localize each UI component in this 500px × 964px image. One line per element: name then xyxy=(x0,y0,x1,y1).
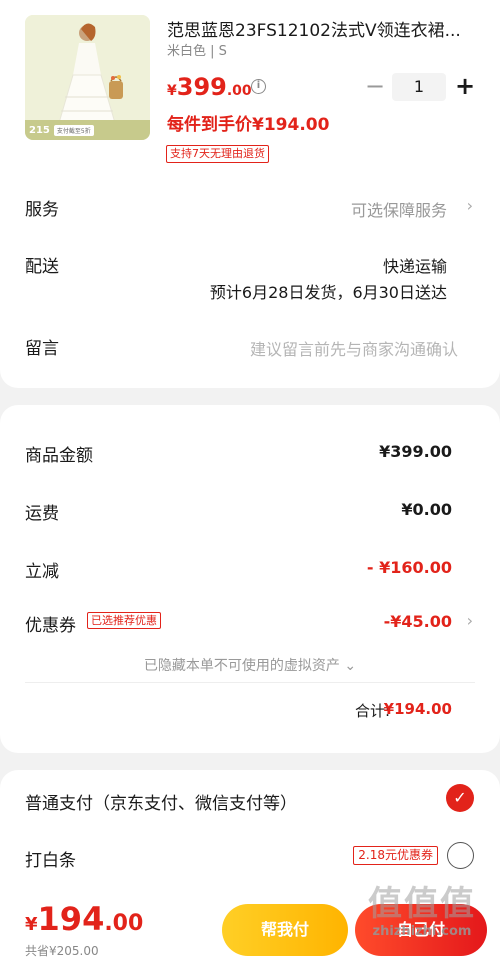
goods-amount-label: 商品金额 xyxy=(25,446,93,466)
instant-discount-value: - ¥160.00 xyxy=(366,558,452,577)
thumb-promo-number: 215 xyxy=(29,124,50,136)
normal-pay-checkbox[interactable]: ✓ xyxy=(446,784,474,812)
product-price: ¥399.00 xyxy=(167,73,252,101)
normal-pay-label[interactable]: 普通支付（京东支付、微信支付等） xyxy=(25,789,297,814)
grand-total-currency: ¥ xyxy=(25,914,38,935)
price-currency: ¥ xyxy=(167,83,177,99)
quantity-increase-button[interactable]: + xyxy=(452,72,478,102)
delivery-method[interactable]: 快递运输 xyxy=(383,253,447,277)
grand-total-integer: 194 xyxy=(37,900,105,938)
product-spec[interactable]: 米白色 | S xyxy=(167,40,227,59)
message-label: 留言 xyxy=(25,339,59,359)
coupon-value[interactable]: -¥45.00 xyxy=(384,612,452,631)
delivery-label: 配送 xyxy=(25,257,59,277)
baitiao-coupon-tag: 2.18元优惠券 xyxy=(353,846,438,865)
delivery-estimate: 预计6月28日发货，6月30日送达 xyxy=(209,283,447,302)
info-icon[interactable]: i xyxy=(251,79,266,94)
service-option-link[interactable]: 可选保障服务 xyxy=(351,197,447,221)
baitiao-label[interactable]: 打白条 xyxy=(25,846,76,871)
shipping-fee-value: ¥0.00 xyxy=(401,500,452,519)
grand-total: ¥194.00 xyxy=(25,900,143,938)
final-unit-price: 每件到手价¥194.00 xyxy=(167,115,330,135)
total-value: ¥194.00 xyxy=(383,700,452,718)
grand-total-decimal: .00 xyxy=(104,911,144,936)
self-pay-button[interactable]: 自己付 xyxy=(355,904,487,956)
goods-amount-value: ¥399.00 xyxy=(379,442,452,461)
summary-divider xyxy=(25,682,475,683)
product-title[interactable]: 范思蓝恩23FS12102法式V领连衣裙... xyxy=(167,16,467,41)
quantity-decrease-button[interactable]: − xyxy=(362,72,388,102)
message-input[interactable]: 建议留言前先与商家沟通确认 xyxy=(250,336,458,360)
help-me-pay-button[interactable]: 帮我付 xyxy=(222,904,348,956)
baitiao-radio[interactable] xyxy=(447,842,474,869)
product-image[interactable]: 215 支付截至5折 xyxy=(25,15,150,140)
coupon-recommended-tag: 已选推荐优惠 xyxy=(87,612,161,629)
order-info-card: 215 支付截至5折 范思蓝恩23FS12102法式V领连衣裙... 米白色 |… xyxy=(0,0,500,388)
total-saved: 共省¥205.00 xyxy=(25,944,99,958)
hidden-assets-toggle[interactable]: 已隐藏本单不可使用的虚拟资产 ⌄ xyxy=(0,655,500,675)
service-chevron-icon[interactable]: › xyxy=(467,196,473,215)
thumb-promo-text: 支付截至5折 xyxy=(53,124,94,136)
price-integer: 399 xyxy=(176,73,227,101)
quantity-input[interactable]: 1 xyxy=(392,73,446,101)
coupon-label: 优惠券 xyxy=(25,616,76,636)
thumb-promo-bar: 215 支付截至5折 xyxy=(25,120,150,140)
service-label: 服务 xyxy=(25,200,59,220)
instant-discount-label: 立减 xyxy=(25,562,59,582)
shipping-fee-label: 运费 xyxy=(25,504,59,524)
coupon-chevron-icon[interactable]: › xyxy=(467,611,473,630)
price-decimal: .00 xyxy=(226,83,252,99)
return-policy-tag: 支持7天无理由退货 xyxy=(166,145,269,163)
